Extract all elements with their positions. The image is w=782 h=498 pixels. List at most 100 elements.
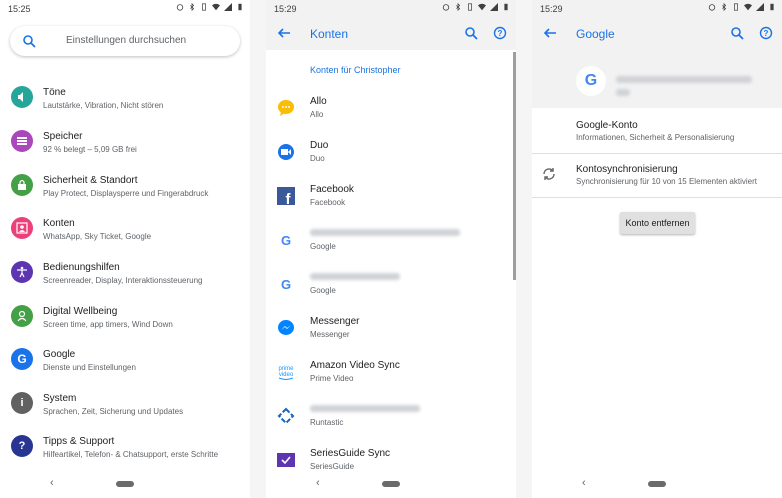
google-account-subtitle: Informationen, Sicherheit & Personalisie… <box>576 133 735 142</box>
seriesguide-icon <box>276 450 296 470</box>
settings-item-toene[interactable]: Töne Lautstärke, Vibration, Nicht stören <box>0 76 250 120</box>
account-type: Facebook <box>310 198 346 207</box>
battery-icon <box>770 3 774 11</box>
settings-item-digital-wellbeing[interactable]: Digital Wellbeing Screen time, app timer… <box>0 295 250 339</box>
signal-icon <box>490 3 498 11</box>
nav-back-icon[interactable]: ‹ <box>316 477 320 489</box>
sync-icon <box>543 168 555 180</box>
alarm-icon <box>176 4 184 11</box>
search-icon[interactable] <box>730 26 744 40</box>
page-title: Konten <box>310 27 349 41</box>
status-icons <box>176 3 244 11</box>
settings-item-subtitle: Screenreader, Display, Interaktionssteue… <box>43 276 203 285</box>
app-bar: Google ? <box>532 17 782 50</box>
nav-back-icon[interactable]: ‹ <box>582 477 586 489</box>
account-item-messenger[interactable]: Messenger Messenger <box>266 306 516 350</box>
wifi-icon <box>478 3 486 11</box>
settings-item-subtitle: Play Protect, Displaysperre und Fingerab… <box>43 189 209 198</box>
account-name: Facebook <box>310 184 354 195</box>
svg-text:video: video <box>279 372 294 378</box>
account-icon <box>11 217 33 239</box>
account-item-duo[interactable]: Duo Duo <box>266 130 516 174</box>
nav-home-pill[interactable] <box>116 481 134 487</box>
settings-item-title: Konten <box>43 218 75 229</box>
settings-item-subtitle: WhatsApp, Sky Ticket, Google <box>43 232 152 241</box>
lock-icon <box>11 174 33 196</box>
duo-icon <box>276 142 296 162</box>
account-type: Google <box>310 242 336 251</box>
search-icon <box>23 35 36 48</box>
settings-item-bedienungshilfen[interactable]: Bedienungshilfen Screenreader, Display, … <box>0 251 250 295</box>
bluetooth-icon <box>190 3 195 11</box>
account-profile: G <box>532 50 782 108</box>
vibrate-icon <box>734 3 738 11</box>
settings-item-system[interactable]: i System Sprachen, Zeit, Sicherung und U… <box>0 382 250 426</box>
account-email-blurred <box>616 70 752 88</box>
remove-account-button[interactable]: Konto entfernen <box>620 212 695 234</box>
settings-item-title: Töne <box>43 87 66 98</box>
search-bar[interactable]: Einstellungen durchsuchen <box>10 26 240 56</box>
settings-item-speicher[interactable]: Speicher 92 % belegt – 5,09 GB frei <box>0 120 250 164</box>
svg-text:?: ? <box>764 29 769 38</box>
back-arrow-icon[interactable] <box>277 26 291 40</box>
account-email-blurred-2 <box>616 83 630 101</box>
account-name: Amazon Video Sync <box>310 360 400 371</box>
wellbeing-icon <box>11 305 33 327</box>
status-bar: 15:29 <box>532 0 782 17</box>
account-item-google-1[interactable]: G Google <box>266 218 516 262</box>
account-item-amazon-video[interactable]: prime video Amazon Video Sync Prime Video <box>266 350 516 394</box>
battery-icon <box>504 3 508 11</box>
settings-item-title: Speicher <box>43 131 83 142</box>
account-type: Runtastic <box>310 418 344 427</box>
settings-item-title: Google <box>43 349 76 360</box>
info-icon: i <box>11 392 33 414</box>
account-name: Allo <box>310 96 327 107</box>
settings-item-sicherheit[interactable]: Sicherheit & Standort Play Protect, Disp… <box>0 164 250 208</box>
account-sync-item[interactable]: Kontosynchronisierung Synchronisierung f… <box>532 156 782 196</box>
settings-item-google[interactable]: G Google Dienste und Einstellungen <box>0 338 250 382</box>
page-title: Google <box>576 27 615 41</box>
separator <box>250 0 266 498</box>
account-type: Duo <box>310 154 325 163</box>
accessibility-icon <box>11 261 33 283</box>
help-icon[interactable]: ? <box>493 26 507 40</box>
account-type: Messenger <box>310 330 350 339</box>
settings-item-title: System <box>43 393 77 404</box>
account-name: Duo <box>310 140 329 151</box>
google-account-title: Google-Konto <box>576 120 638 131</box>
search-icon[interactable] <box>464 26 478 40</box>
nav-home-pill[interactable] <box>382 481 400 487</box>
account-type: Prime Video <box>310 374 354 383</box>
search-input[interactable]: Einstellungen durchsuchen <box>66 35 186 46</box>
google-icon: G <box>576 66 606 96</box>
alarm-icon <box>708 4 716 11</box>
wifi-icon <box>744 3 752 11</box>
nav-back-icon[interactable]: ‹ <box>50 477 54 489</box>
settings-item-title: Tipps & Support <box>43 436 115 447</box>
sync-subtitle: Synchronisierung für 10 von 15 Elementen… <box>576 177 757 186</box>
nav-bar: ‹ <box>532 471 782 498</box>
settings-item-konten[interactable]: Konten WhatsApp, Sky Ticket, Google <box>0 207 250 251</box>
signal-icon <box>756 3 764 11</box>
separator <box>516 0 532 498</box>
google-icon: G <box>280 276 292 292</box>
account-name: Messenger <box>310 316 360 327</box>
nav-bar: ‹ <box>266 471 516 498</box>
nav-home-pill[interactable] <box>648 481 666 487</box>
settings-item-subtitle: Screen time, app timers, Wind Down <box>43 320 173 329</box>
help-icon[interactable]: ? <box>759 26 773 40</box>
vibrate-icon <box>468 3 472 11</box>
settings-item-subtitle: Hilfeartikel, Telefon- & Chatsupport, er… <box>43 450 219 459</box>
divider <box>532 153 782 154</box>
settings-item-title: Bedienungshilfen <box>43 262 120 273</box>
account-item-facebook[interactable]: f Facebook Facebook <box>266 174 516 218</box>
settings-item-tipps[interactable]: ? Tipps & Support Hilfeartikel, Telefon-… <box>0 425 250 469</box>
back-arrow-icon[interactable] <box>543 26 557 40</box>
account-item-google-2[interactable]: G Google <box>266 262 516 306</box>
runtastic-icon <box>276 406 296 426</box>
status-time: 15:25 <box>8 4 31 14</box>
account-item-runtastic[interactable]: Runtastic <box>266 394 516 438</box>
allo-icon <box>276 98 296 118</box>
google-account-item[interactable]: Google-Konto Informationen, Sicherheit &… <box>532 112 782 152</box>
account-item-allo[interactable]: Allo Allo <box>266 86 516 130</box>
